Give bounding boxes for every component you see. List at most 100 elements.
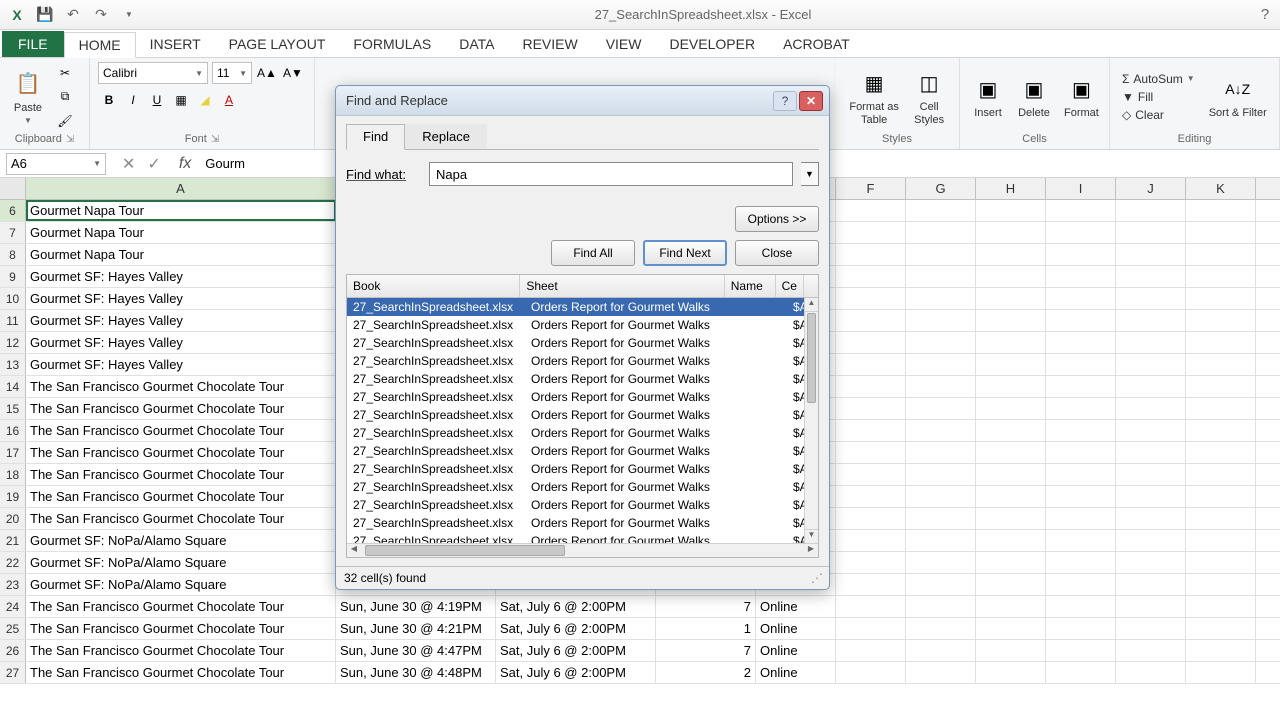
cell[interactable] <box>1116 618 1186 639</box>
cell[interactable] <box>906 464 976 485</box>
cell[interactable] <box>906 662 976 683</box>
fx-icon[interactable]: fx <box>171 155 199 173</box>
cell[interactable] <box>1116 640 1186 661</box>
cell[interactable] <box>1046 244 1116 265</box>
cell[interactable] <box>906 574 976 595</box>
tab-developer[interactable]: DEVELOPER <box>655 31 769 57</box>
cell[interactable] <box>1046 420 1116 441</box>
cell[interactable] <box>1046 222 1116 243</box>
results-vertical-scrollbar[interactable]: ▲ ▼ <box>804 298 818 543</box>
cell[interactable] <box>1046 376 1116 397</box>
cell[interactable] <box>1046 200 1116 221</box>
cell[interactable] <box>836 662 906 683</box>
tab-insert[interactable]: INSERT <box>136 31 215 57</box>
row-header[interactable]: 16 <box>0 420 26 441</box>
find-what-dropdown-icon[interactable]: ▼ <box>801 162 819 186</box>
cell[interactable] <box>836 376 906 397</box>
format-cells-button[interactable]: ▣Format <box>1060 71 1103 121</box>
cell[interactable] <box>1186 640 1256 661</box>
tab-file[interactable]: FILE <box>2 31 64 57</box>
cell[interactable]: Gourmet SF: Hayes Valley <box>26 332 336 353</box>
cell[interactable] <box>906 244 976 265</box>
cell[interactable] <box>1186 464 1256 485</box>
cell[interactable]: Sun, June 30 @ 4:48PM <box>336 662 496 683</box>
paste-button[interactable]: 📋 Paste ▼ <box>8 66 48 127</box>
italic-button[interactable]: I <box>122 90 144 110</box>
cell[interactable]: The San Francisco Gourmet Chocolate Tour <box>26 618 336 639</box>
cell[interactable]: Online <box>756 618 836 639</box>
cell[interactable] <box>836 552 906 573</box>
cell[interactable] <box>1186 618 1256 639</box>
cell[interactable] <box>836 222 906 243</box>
insert-cells-button[interactable]: ▣Insert <box>968 71 1008 121</box>
cell[interactable] <box>836 464 906 485</box>
scroll-left-icon[interactable]: ◀ <box>347 544 361 557</box>
result-row[interactable]: 27_SearchInSpreadsheet.xlsxOrders Report… <box>347 352 818 370</box>
cell[interactable] <box>976 354 1046 375</box>
result-row[interactable]: 27_SearchInSpreadsheet.xlsxOrders Report… <box>347 370 818 388</box>
cell[interactable] <box>906 640 976 661</box>
cell[interactable] <box>836 486 906 507</box>
cell[interactable] <box>836 530 906 551</box>
cell[interactable]: Online <box>756 596 836 617</box>
cell[interactable] <box>1186 266 1256 287</box>
cell[interactable]: Online <box>756 640 836 661</box>
result-row[interactable]: 27_SearchInSpreadsheet.xlsxOrders Report… <box>347 532 818 543</box>
options-button[interactable]: Options >> <box>735 206 819 232</box>
results-header-sheet[interactable]: Sheet <box>520 275 724 297</box>
cell[interactable] <box>1116 420 1186 441</box>
column-header-K[interactable]: K <box>1186 178 1256 199</box>
cell[interactable] <box>1046 398 1116 419</box>
results-header-name[interactable]: Name <box>725 275 776 297</box>
cell[interactable] <box>976 244 1046 265</box>
tab-review[interactable]: REVIEW <box>508 31 591 57</box>
cell[interactable] <box>836 420 906 441</box>
cell[interactable] <box>836 310 906 331</box>
copy-icon[interactable]: ⧉ <box>54 87 76 107</box>
row-header[interactable]: 6 <box>0 200 26 221</box>
cell[interactable] <box>836 266 906 287</box>
cell[interactable] <box>1116 508 1186 529</box>
cell[interactable] <box>836 618 906 639</box>
row-header[interactable]: 18 <box>0 464 26 485</box>
result-row[interactable]: 27_SearchInSpreadsheet.xlsxOrders Report… <box>347 442 818 460</box>
cell[interactable] <box>1116 442 1186 463</box>
cell[interactable] <box>906 508 976 529</box>
cell[interactable]: 2 <box>656 662 756 683</box>
clipboard-launcher-icon[interactable]: ⇲ <box>66 134 74 145</box>
row-header[interactable]: 8 <box>0 244 26 265</box>
row-header[interactable]: 11 <box>0 310 26 331</box>
cell[interactable] <box>976 398 1046 419</box>
clear-button[interactable]: ◇Clear <box>1118 107 1199 123</box>
cell[interactable]: Online <box>756 662 836 683</box>
cell[interactable] <box>1186 244 1256 265</box>
save-icon[interactable]: 💾 <box>36 6 54 24</box>
cell[interactable] <box>836 442 906 463</box>
cell[interactable] <box>976 266 1046 287</box>
cell[interactable] <box>1186 508 1256 529</box>
cell[interactable]: The San Francisco Gourmet Chocolate Tour <box>26 486 336 507</box>
fill-button[interactable]: ▼Fill <box>1118 89 1199 105</box>
cell[interactable]: 7 <box>656 640 756 661</box>
row-header[interactable]: 26 <box>0 640 26 661</box>
cell[interactable] <box>976 508 1046 529</box>
cell[interactable] <box>1186 420 1256 441</box>
fill-color-icon[interactable]: ◢ <box>194 90 216 110</box>
cell[interactable] <box>836 398 906 419</box>
find-all-button[interactable]: Find All <box>551 240 635 266</box>
cell[interactable] <box>836 640 906 661</box>
cell[interactable] <box>976 442 1046 463</box>
cell[interactable] <box>836 574 906 595</box>
cell[interactable] <box>906 596 976 617</box>
result-row[interactable]: 27_SearchInSpreadsheet.xlsxOrders Report… <box>347 478 818 496</box>
cell[interactable] <box>1116 332 1186 353</box>
cell[interactable] <box>1046 442 1116 463</box>
cell[interactable]: 1 <box>656 618 756 639</box>
results-horizontal-scrollbar[interactable]: ◀ ▶ <box>347 543 818 557</box>
cell[interactable] <box>1046 640 1116 661</box>
row-header[interactable]: 27 <box>0 662 26 683</box>
cell[interactable]: Sun, June 30 @ 4:19PM <box>336 596 496 617</box>
cell[interactable]: Sat, July 6 @ 2:00PM <box>496 596 656 617</box>
sort-filter-button[interactable]: A↓ZSort & Filter <box>1205 71 1271 121</box>
hscroll-thumb[interactable] <box>365 545 565 556</box>
